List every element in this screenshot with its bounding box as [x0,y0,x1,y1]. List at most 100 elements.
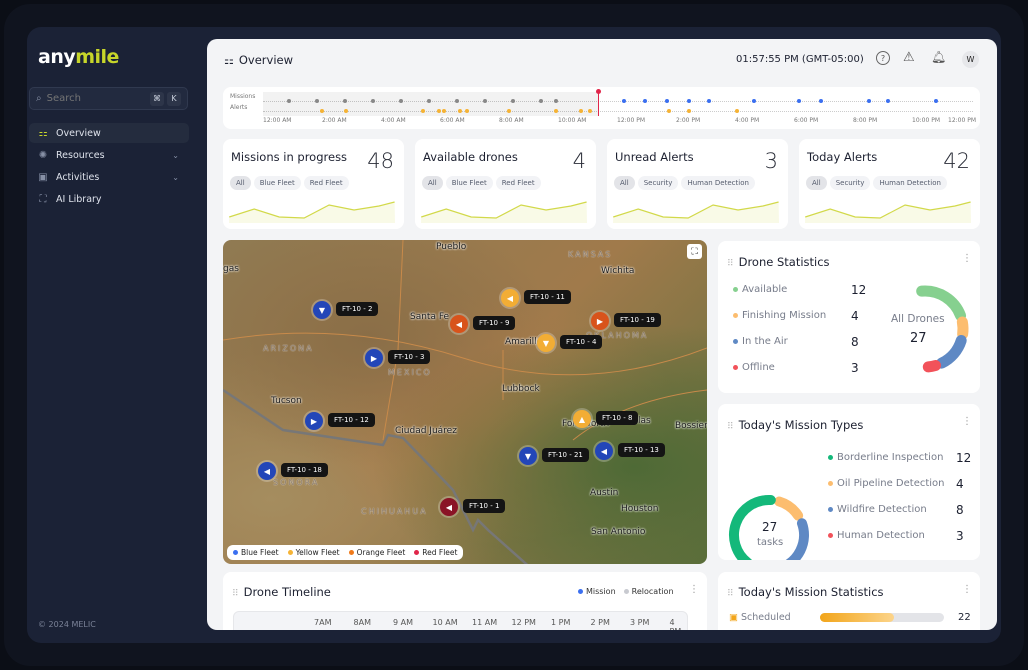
alert-dot[interactable] [553,109,558,113]
drone-marker[interactable]: ◀ [595,442,613,460]
alert-dot[interactable] [320,109,324,113]
missions-row-label: Missions [230,93,256,100]
drone-marker[interactable]: ▶ [591,312,609,330]
direction-arrow-icon: ◀ [455,319,463,329]
past-mission-dot[interactable] [286,99,291,103]
calendar-icon: ▣ [729,612,738,623]
search-box[interactable]: ⌕ ⌘ K [29,87,188,110]
now-marker [596,89,602,94]
avatar[interactable]: W [962,51,979,68]
legend-value: 8 [851,335,859,349]
past-mission-dot[interactable] [314,99,319,103]
warning-icon[interactable]: ⚠ [903,50,915,65]
past-mission-dot[interactable] [510,99,515,103]
scheduled-mission-dot[interactable] [819,99,824,103]
kpi-card[interactable]: Available drones 4 All Blue Fleet Red Fleet [415,139,596,229]
chevron-down-icon: ⌄ [172,172,179,182]
drone-marker[interactable]: ◀ [258,462,276,480]
past-mission-dot[interactable] [343,99,347,103]
drone-marker[interactable]: ▼ [519,447,537,465]
donut-segment[interactable] [956,316,969,340]
sidebar-item-activities[interactable]: ▣ Activities ⌄ [29,167,189,187]
donut-segment[interactable] [936,334,967,369]
donut-segment[interactable] [774,496,804,521]
logo: anymile [38,46,119,68]
scheduled-mission-dot[interactable] [643,99,648,103]
drag-handle-icon[interactable]: ⠿ [232,589,239,599]
sidebar-item-label: Overview [56,127,101,139]
direction-arrow-icon: ◀ [506,293,514,303]
scheduled-mission-dot[interactable] [686,99,691,103]
drag-handle-icon[interactable]: ⠿ [727,589,734,599]
sidebar-item-overview[interactable]: ⚏ Overview [29,123,189,143]
map-legend: Blue Fleet Yellow Fleet Orange Fleet Red Fl… [227,545,464,560]
direction-arrow-icon: ◀ [263,466,271,476]
alert-dot[interactable] [507,109,512,113]
past-mission-dot[interactable] [371,99,376,103]
drone-marker[interactable]: ◀ [501,289,519,307]
kpi-card[interactable]: Missions in progress 48 All Blue Fleet Red F… [223,139,404,229]
scheduled-mission-dot[interactable] [707,99,712,103]
scheduled-mission-dot[interactable] [751,99,756,103]
alert-dot[interactable] [579,109,583,113]
region-label: KANSAS [568,250,613,259]
drone-label[interactable]: FT-10 - 8 [596,411,639,425]
more-options-icon[interactable]: ⋮ [689,584,699,595]
grid-icon: ⚏ [38,127,48,139]
direction-arrow-icon: ▶ [596,316,604,326]
sparkline [613,201,779,223]
drone-marker[interactable]: ▶ [305,412,323,430]
city-label: Pueblo [436,242,467,252]
tick-label: 4:00 PM [735,117,760,124]
more-options-icon[interactable]: ⋮ [962,584,972,595]
scheduled-mission-dot[interactable] [886,99,891,103]
city-label: Austin [590,488,619,498]
drone-timeline-grid[interactable]: 7AM 8AM 9 AM 10 AM 11 AM 12 PM 1 PM 2 PM 3 PM 4 P… [233,611,688,630]
drone-label[interactable]: FT-10 - 1 [463,499,506,513]
scheduled-mission-dot[interactable] [664,99,669,103]
donut-segment[interactable] [916,285,967,322]
drone-marker[interactable]: ◀ [450,315,468,333]
drone-label[interactable]: FT-10 - 19 [614,313,661,327]
scheduled-mission-dot[interactable] [622,99,627,103]
alert-dot[interactable] [587,109,592,113]
scheduled-mission-dot[interactable] [933,99,938,103]
kpi-card[interactable]: Today Alerts 42 All Security Human Detection [799,139,980,229]
alert-dot[interactable] [666,109,671,113]
donut-segment[interactable] [922,360,942,373]
alert-dot[interactable] [343,109,348,113]
past-mission-dot[interactable] [553,99,558,103]
alert-dot[interactable] [686,109,691,113]
drone-marker[interactable]: ▼ [537,334,555,352]
sidebar-item-resources[interactable]: ✺ Resources ⌄ [29,145,189,165]
sidebar-item-ai-library[interactable]: ⛶ AI Library [29,189,189,209]
search-input[interactable] [46,93,127,104]
kpi-card[interactable]: Unread Alerts 3 All Security Human Detection [607,139,788,229]
drone-label[interactable]: FT-10 - 13 [618,443,665,457]
copyright: © 2024 MELIC [38,620,96,629]
tick-label: 6:00 AM [440,117,465,124]
scheduled-mission-dot[interactable] [797,99,801,103]
drone-label[interactable]: FT-10 - 4 [560,335,603,349]
help-icon[interactable]: ? [876,51,890,65]
drone-marker[interactable]: ▼ [313,301,331,319]
legend-value: 3 [851,361,859,375]
drone-label[interactable]: FT-10 - 21 [542,448,589,462]
bell-icon[interactable]: 🔔︎ [931,50,946,64]
alert-dot[interactable] [735,109,740,113]
past-mission-dot[interactable] [538,99,543,103]
drone-label[interactable]: FT-10 - 9 [473,316,516,330]
drone-label[interactable]: FT-10 - 3 [388,350,431,364]
alert-dot[interactable] [420,109,425,113]
drone-marker[interactable]: ◀ [440,498,458,516]
drone-marker[interactable]: ▲ [573,410,591,428]
drone-label[interactable]: FT-10 - 18 [281,463,328,477]
fleet-map[interactable]: ⛶ Pueblo Wichita Santa Fe Amarillo Lubbock Tu… [223,240,707,564]
drone-label[interactable]: FT-10 - 2 [336,302,379,316]
drone-label[interactable]: FT-10 - 12 [328,413,375,427]
drone-marker[interactable]: ▶ [365,349,383,367]
tick-label: 8:00 PM [853,117,878,124]
scheduled-mission-dot[interactable] [866,99,871,103]
drone-label[interactable]: FT-10 - 11 [524,290,571,304]
event-timeline[interactable]: Missions Alerts 12:00 AM 2:00 AM 4:00 AM 6:… [223,87,980,129]
